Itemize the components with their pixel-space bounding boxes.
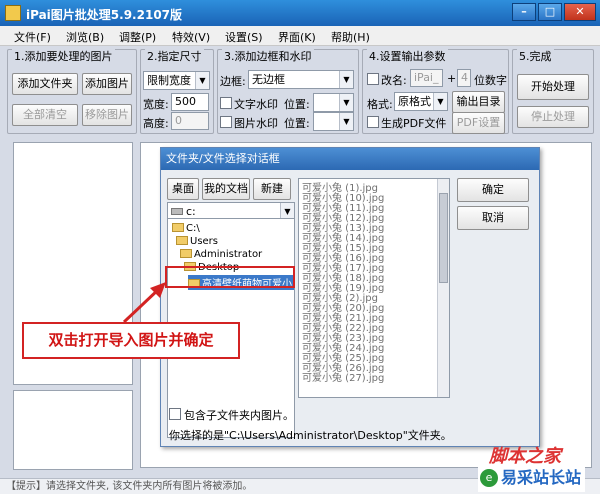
chevron-down-icon: ▼ bbox=[339, 113, 353, 130]
folder-icon bbox=[172, 223, 184, 232]
rename-label: 改名: bbox=[381, 74, 407, 87]
drive-value: c: bbox=[186, 205, 196, 218]
folder-icon bbox=[176, 236, 188, 245]
window-title: iPai图片批处理5.9.2107版 bbox=[26, 8, 183, 22]
menu-effects[interactable]: 特效(V) bbox=[172, 29, 210, 45]
pdf-label: 生成PDF文件 bbox=[381, 117, 447, 130]
pdf-settings-button[interactable]: PDF设置 bbox=[452, 112, 505, 134]
format-label: 格式: bbox=[367, 98, 393, 111]
tree-node[interactable]: Administrator bbox=[180, 249, 262, 260]
highlight-box bbox=[165, 266, 295, 288]
format-select[interactable]: 原格式 ▼ bbox=[394, 92, 448, 111]
menu-settings[interactable]: 设置(S) bbox=[225, 29, 263, 45]
file-list-scrollbar[interactable] bbox=[437, 179, 449, 397]
site-logo-icon: e bbox=[480, 469, 498, 487]
instruction-callout: 双击打开导入图片并确定 bbox=[22, 322, 240, 359]
drive-icon bbox=[171, 208, 183, 215]
dialog-title: 文件夹/文件选择对话框 bbox=[161, 148, 539, 170]
include-subfolders-label: 包含子文件夹内图片。 bbox=[184, 409, 294, 422]
image-watermark-checkbox[interactable] bbox=[220, 116, 232, 128]
group-title: 5.完成 bbox=[517, 48, 554, 64]
tree-node[interactable]: C:\ bbox=[172, 223, 200, 234]
text-watermark-label: 文字水印 bbox=[234, 98, 278, 111]
text-position-select[interactable]: ▼ bbox=[313, 93, 354, 112]
minimize-button[interactable]: – bbox=[512, 3, 536, 21]
add-folder-button[interactable]: 添加文件夹 bbox=[12, 73, 78, 95]
output-dir-button[interactable]: 输出目录 bbox=[452, 91, 505, 113]
size-mode-select[interactable]: 限制宽度 ▼ bbox=[143, 71, 210, 90]
stop-button[interactable]: 停止处理 bbox=[517, 106, 589, 128]
height-input[interactable]: 0 bbox=[171, 112, 209, 130]
scrollbar-thumb[interactable] bbox=[439, 193, 448, 283]
arrow-icon bbox=[122, 282, 166, 324]
file-list[interactable]: 可爱小兔 (1).jpg 可爱小兔 (10).jpg 可爱小兔 (11).jpg… bbox=[298, 178, 450, 398]
site-watermark: e 易采站长站 bbox=[478, 464, 586, 492]
digits-input[interactable]: 4 bbox=[457, 69, 471, 87]
title-bar: iPai图片批处理5.9.2107版 – □ ✕ bbox=[0, 0, 600, 26]
desktop-button[interactable]: 桌面 bbox=[167, 178, 199, 200]
width-label: 宽度: bbox=[143, 98, 169, 111]
text-position-label: 位置: bbox=[284, 98, 310, 111]
group-title: 1.添加要处理的图片 bbox=[12, 48, 115, 64]
menu-file[interactable]: 文件(F) bbox=[14, 29, 51, 45]
menu-interface[interactable]: 界面(K) bbox=[278, 29, 316, 45]
chevron-down-icon: ▼ bbox=[433, 93, 447, 110]
height-label: 高度: bbox=[143, 117, 169, 130]
size-mode-value: 限制宽度 bbox=[147, 74, 191, 87]
documents-button[interactable]: 我的文档 bbox=[202, 178, 250, 200]
border-value: 无边框 bbox=[252, 73, 285, 86]
border-label: 边框: bbox=[220, 75, 246, 88]
preview-panel bbox=[13, 390, 133, 470]
group-title: 4.设置输出参数 bbox=[367, 48, 448, 64]
close-button[interactable]: ✕ bbox=[564, 3, 596, 21]
digits-label: 位数字 bbox=[474, 74, 507, 87]
group-title: 2.指定尺寸 bbox=[145, 48, 204, 64]
new-folder-button[interactable]: 新建 bbox=[253, 178, 291, 200]
format-value: 原格式 bbox=[398, 95, 431, 108]
folder-file-dialog: 文件夹/文件选择对话框 桌面 我的文档 新建 c: ▼ C:\ Users Ad… bbox=[160, 147, 540, 447]
cancel-button[interactable]: 取消 bbox=[457, 206, 529, 230]
chevron-down-icon: ▼ bbox=[339, 94, 353, 111]
maximize-button[interactable]: □ bbox=[538, 3, 562, 21]
start-button[interactable]: 开始处理 bbox=[517, 74, 589, 100]
clear-all-button[interactable]: 全部清空 bbox=[12, 104, 78, 126]
add-image-button[interactable]: 添加图片 bbox=[82, 73, 132, 95]
remove-image-button[interactable]: 移除图片 bbox=[82, 104, 132, 126]
rename-checkbox[interactable] bbox=[367, 73, 379, 85]
border-select[interactable]: 无边框 ▼ bbox=[248, 70, 354, 89]
site-watermark-text: 易采站长站 bbox=[501, 468, 582, 487]
width-input[interactable]: 500 bbox=[171, 93, 209, 111]
selected-path-text: 你选择的是"C:\Users\Administrator\Desktop"文件夹… bbox=[169, 429, 452, 442]
list-item[interactable]: 可爱小兔 (27).jpg bbox=[302, 369, 384, 384]
tree-node[interactable]: Users bbox=[176, 236, 218, 247]
image-watermark-label: 图片水印 bbox=[234, 117, 278, 130]
image-position-select[interactable]: ▼ bbox=[313, 112, 354, 131]
rename-prefix-input[interactable]: iPai_ bbox=[410, 69, 443, 87]
chevron-down-icon: ▼ bbox=[195, 72, 209, 89]
include-subfolders-checkbox[interactable] bbox=[169, 408, 181, 420]
text-watermark-checkbox[interactable] bbox=[220, 97, 232, 109]
chevron-down-icon: ▼ bbox=[339, 71, 353, 88]
menu-adjust[interactable]: 调整(P) bbox=[119, 29, 156, 45]
app-icon bbox=[5, 5, 21, 21]
pdf-checkbox[interactable] bbox=[367, 116, 379, 128]
menu-help[interactable]: 帮助(H) bbox=[331, 29, 370, 45]
ok-button[interactable]: 确定 bbox=[457, 178, 529, 202]
folder-icon bbox=[180, 249, 192, 258]
image-position-label: 位置: bbox=[284, 117, 310, 130]
group-title: 3.添加边框和水印 bbox=[222, 48, 314, 64]
menu-browse[interactable]: 浏览(B) bbox=[66, 29, 104, 45]
menu-bar: 文件(F) 浏览(B) 调整(P) 特效(V) 设置(S) 界面(K) 帮助(H… bbox=[0, 26, 600, 46]
plus-label: + bbox=[447, 72, 457, 85]
